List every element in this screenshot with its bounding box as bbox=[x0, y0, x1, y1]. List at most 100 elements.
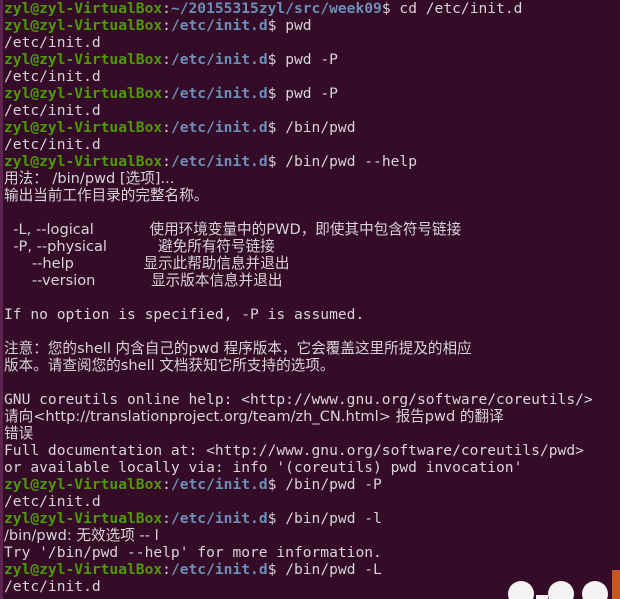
terminal-output-text: Try '/bin/pwd --help' for more informati… bbox=[4, 544, 382, 561]
terminal-output-line: /etc/init.d bbox=[4, 68, 620, 85]
terminal-output-line: GNU coreutils online help: <http://www.g… bbox=[4, 391, 620, 408]
prompt-user-host: zyl@zyl-VirtualBox bbox=[4, 561, 163, 578]
terminal-output-line: 注意：您的shell 内含自己的pwd 程序版本，它会覆盖这里所提及的相应 bbox=[4, 340, 620, 357]
terminal-output-line: -P, --physical 避免所有符号链接 bbox=[4, 238, 620, 255]
terminal-output-text: 输出当前工作目录的完整名称。 bbox=[4, 187, 209, 204]
terminal-output-line: /etc/init.d bbox=[4, 34, 620, 51]
prompt-dollar-sign: $ bbox=[267, 561, 286, 578]
prompt-user-host: zyl@zyl-VirtualBox bbox=[4, 476, 163, 493]
terminal-output-line: /bin/pwd: 无效选项 -- l bbox=[4, 527, 620, 544]
terminal-output-text: 用法： /bin/pwd [选项]... bbox=[4, 170, 175, 187]
prompt-user-host: zyl@zyl-VirtualBox bbox=[4, 0, 163, 17]
terminal-command: /bin/pwd --help bbox=[285, 153, 417, 170]
terminal-output-line: /etc/init.d bbox=[4, 102, 620, 119]
prompt-user-host: zyl@zyl-VirtualBox bbox=[4, 17, 163, 34]
terminal-output-line: 输出当前工作目录的完整名称。 bbox=[4, 187, 620, 204]
prompt-separator: : bbox=[162, 510, 171, 527]
prompt-path: /etc/init.d bbox=[170, 17, 268, 34]
terminal-output-line: -L, --logical 使用环境变量中的PWD，即使其中包含符号链接 bbox=[4, 221, 620, 238]
terminal-command: /bin/pwd bbox=[285, 119, 356, 136]
terminal-output-line: 请向<http://translationproject.org/team/zh… bbox=[4, 408, 620, 425]
prompt-dollar-sign: $ bbox=[267, 476, 286, 493]
prompt-dollar-sign: $ bbox=[381, 0, 400, 17]
terminal-command: /bin/pwd -l bbox=[285, 510, 382, 527]
terminal-output-line: or available locally via: info '(coreuti… bbox=[4, 459, 620, 476]
prompt-path: ~/20155315zyl/src/week09 bbox=[170, 0, 382, 17]
terminal-window[interactable]: zyl@zyl-VirtualBox:~/20155315zyl/src/wee… bbox=[0, 0, 620, 599]
terminal-output-text: If no option is specified, -P is assumed… bbox=[4, 306, 365, 323]
prompt-separator: : bbox=[162, 153, 171, 170]
prompt-separator: : bbox=[162, 85, 171, 102]
terminal-output-text: /etc/init.d bbox=[4, 102, 101, 119]
terminal-output-text: /etc/init.d bbox=[4, 493, 101, 510]
terminal-command: pwd bbox=[285, 17, 312, 34]
prompt-dollar-sign: $ bbox=[267, 17, 286, 34]
terminal-screen[interactable]: zyl@zyl-VirtualBox:~/20155315zyl/src/wee… bbox=[4, 0, 620, 599]
prompt-dollar-sign: $ bbox=[267, 85, 286, 102]
terminal-output-line: Try '/bin/pwd --help' for more informati… bbox=[4, 544, 620, 561]
terminal-command: cd /etc/init.d bbox=[399, 0, 523, 17]
prompt-dollar-sign: $ bbox=[267, 153, 286, 170]
terminal-prompt-line: zyl@zyl-VirtualBox:/etc/init.d$ pwd -P bbox=[4, 85, 620, 102]
prompt-dollar-sign: $ bbox=[267, 119, 286, 136]
terminal-prompt-line: zyl@zyl-VirtualBox:/etc/init.d$ /bin/pwd… bbox=[4, 561, 620, 578]
terminal-output-line: 错误 bbox=[4, 425, 620, 442]
prompt-separator: : bbox=[162, 119, 171, 136]
terminal-prompt-line: zyl@zyl-VirtualBox:/etc/init.d$ pwd -P bbox=[4, 51, 620, 68]
terminal-output-text: /etc/init.d bbox=[4, 136, 101, 153]
terminal-output-line: If no option is specified, -P is assumed… bbox=[4, 306, 620, 323]
terminal-output-line: /etc/init.d bbox=[4, 578, 620, 595]
prompt-user-host: zyl@zyl-VirtualBox bbox=[4, 51, 163, 68]
terminal-left-border bbox=[0, 0, 3, 599]
terminal-command: pwd -P bbox=[285, 51, 338, 68]
terminal-output-text: GNU coreutils online help: <http://www.g… bbox=[4, 391, 593, 408]
terminal-prompt-line: zyl@zyl-VirtualBox:/etc/init.d$ /bin/pwd… bbox=[4, 153, 620, 170]
prompt-path: /etc/init.d bbox=[170, 153, 268, 170]
terminal-output-text: /bin/pwd: 无效选项 -- l bbox=[4, 527, 159, 544]
terminal-output-line: --version 显示版本信息并退出 bbox=[4, 272, 620, 289]
terminal-prompt-line: zyl@zyl-VirtualBox:/etc/init.d$ /bin/pwd… bbox=[4, 476, 620, 493]
terminal-output-text: 版本。请查阅您的shell 文档获知它所支持的选项。 bbox=[4, 357, 335, 374]
terminal-output-text: --help 显示此帮助信息并退出 bbox=[4, 255, 290, 272]
prompt-path: /etc/init.d bbox=[170, 476, 268, 493]
terminal-output-text: --version 显示版本信息并退出 bbox=[4, 272, 283, 289]
terminal-output-line: Full documentation at: <http://www.gnu.o… bbox=[4, 442, 620, 459]
prompt-path: /etc/init.d bbox=[170, 561, 268, 578]
terminal-prompt-line: zyl@zyl-VirtualBox:/etc/init.d$ /bin/pwd… bbox=[4, 510, 620, 527]
terminal-command: /bin/pwd -P bbox=[285, 476, 382, 493]
prompt-dollar-sign: $ bbox=[267, 51, 286, 68]
terminal-output-text: Full documentation at: <http://www.gnu.o… bbox=[4, 442, 584, 459]
prompt-path: /etc/init.d bbox=[170, 510, 268, 527]
prompt-path: /etc/init.d bbox=[170, 51, 268, 68]
prompt-user-host: zyl@zyl-VirtualBox bbox=[4, 510, 163, 527]
terminal-output-text: 错误 bbox=[4, 425, 34, 442]
prompt-separator: : bbox=[162, 476, 171, 493]
terminal-output-text: 请向<http://translationproject.org/team/zh… bbox=[4, 408, 504, 425]
terminal-output-line: --help 显示此帮助信息并退出 bbox=[4, 255, 620, 272]
prompt-separator: : bbox=[162, 0, 171, 17]
terminal-output-text: /etc/init.d bbox=[4, 68, 101, 85]
terminal-output-line: /etc/init.d bbox=[4, 136, 620, 153]
terminal-prompt-line: zyl@zyl-VirtualBox:/etc/init.d$ pwd bbox=[4, 17, 620, 34]
terminal-output-line: 版本。请查阅您的shell 文档获知它所支持的选项。 bbox=[4, 357, 620, 374]
terminal-output-line: 用法： /bin/pwd [选项]... bbox=[4, 170, 620, 187]
prompt-separator: : bbox=[162, 17, 171, 34]
terminal-output-text: or available locally via: info '(coreuti… bbox=[4, 459, 523, 476]
prompt-separator: : bbox=[162, 561, 171, 578]
prompt-dollar-sign: $ bbox=[267, 510, 286, 527]
terminal-command: /bin/pwd -L bbox=[285, 561, 382, 578]
terminal-output-text: 注意：您的shell 内含自己的pwd 程序版本，它会覆盖这里所提及的相应 bbox=[4, 340, 472, 357]
prompt-user-host: zyl@zyl-VirtualBox bbox=[4, 153, 163, 170]
terminal-output-line: /etc/init.d bbox=[4, 493, 620, 510]
prompt-user-host: zyl@zyl-VirtualBox bbox=[4, 119, 163, 136]
terminal-output-text: -P, --physical 避免所有符号链接 bbox=[4, 238, 275, 255]
terminal-prompt-line: zyl@zyl-VirtualBox:/etc/init.d$ /bin/pwd bbox=[4, 119, 620, 136]
prompt-separator: : bbox=[162, 51, 171, 68]
terminal-prompt-line: zyl@zyl-VirtualBox:~/20155315zyl/src/wee… bbox=[4, 0, 620, 17]
terminal-command: pwd -P bbox=[285, 85, 338, 102]
window-edge-accent-strip bbox=[612, 570, 620, 599]
